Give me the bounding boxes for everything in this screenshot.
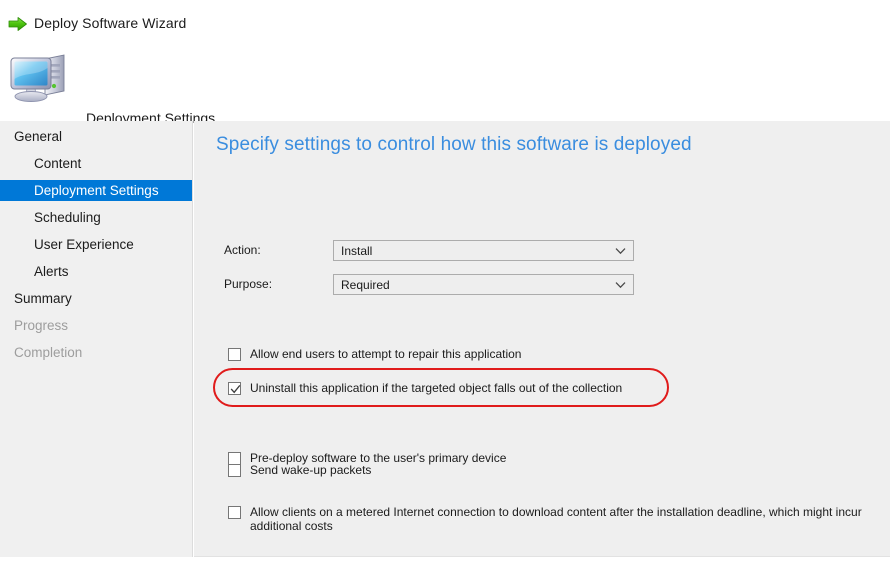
action-label: Action: xyxy=(224,243,261,257)
sidebar-item-alerts[interactable]: Alerts xyxy=(0,261,192,282)
checkbox-0-label[interactable]: Allow end users to attempt to repair thi… xyxy=(250,347,690,361)
sidebar-item-content[interactable]: Content xyxy=(0,153,192,174)
green-right-arrow-icon xyxy=(8,16,28,32)
checkbox-0[interactable] xyxy=(228,348,241,361)
checkbox-1[interactable] xyxy=(228,382,241,395)
computer-icon xyxy=(8,46,72,104)
action-selected-value: Install xyxy=(341,244,373,258)
sidebar-item-scheduling[interactable]: Scheduling xyxy=(0,207,192,228)
wizard-content-panel xyxy=(194,121,890,557)
page-header: Deployment Settings xyxy=(0,38,890,126)
wizard-sidebar: General Content Deployment Settings Schedul… xyxy=(0,121,193,557)
purpose-label: Purpose: xyxy=(224,277,273,291)
sidebar-item-user-experience[interactable]: User Experience xyxy=(0,234,192,255)
checkbox-4-label[interactable]: Allow clients on a metered Internet conn… xyxy=(250,505,890,533)
checkbox-3-label[interactable]: Send wake-up packets xyxy=(250,463,690,477)
checkbox-3[interactable] xyxy=(228,464,241,477)
sidebar-item-general[interactable]: General xyxy=(0,126,192,147)
purpose-selected-value: Required xyxy=(341,278,390,292)
window-title: Deploy Software Wizard xyxy=(34,15,187,31)
purpose-dropdown[interactable]: Required xyxy=(333,274,634,295)
action-dropdown[interactable]: Install xyxy=(333,240,634,261)
window-titlebar: Deploy Software Wizard xyxy=(0,0,890,38)
sidebar-item-summary[interactable]: Summary xyxy=(0,288,192,309)
sidebar-item-completion: Completion xyxy=(14,345,83,360)
checkbox-1-label[interactable]: Uninstall this application if the target… xyxy=(250,381,690,395)
checkbox-4[interactable] xyxy=(228,506,241,519)
sidebar-item-deployment-settings[interactable]: Deployment Settings xyxy=(0,180,192,201)
content-heading: Specify settings to control how this sof… xyxy=(216,134,692,155)
sidebar-item-progress: Progress xyxy=(14,318,69,333)
